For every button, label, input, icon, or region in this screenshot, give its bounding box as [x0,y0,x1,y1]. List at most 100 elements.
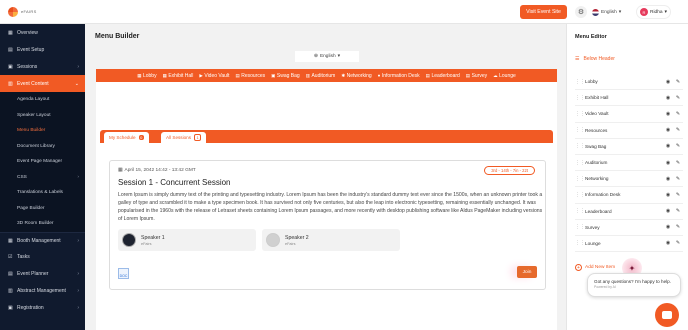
list-item[interactable]: ⋮⋮ Resources ◉ ✎ [575,123,683,139]
chat-launcher-button[interactable] [655,303,679,327]
edit-icon[interactable]: ✎ [673,160,683,166]
list-item[interactable]: ⋮⋮ Auditorium ◉ ✎ [575,155,683,172]
drag-handle-icon[interactable]: ⋮⋮ [575,176,585,182]
menu-item-auditorium[interactable]: ▥ Auditorium [306,73,336,79]
sidebar-subitem-page-builder[interactable]: Page Builder [0,200,85,216]
menu-item-leaderboard[interactable]: ▤ Leaderboard [426,73,460,79]
preview-language-select[interactable]: ⊕ English ▾ [295,51,359,62]
drag-handle-icon[interactable]: ⋮⋮ [575,143,585,149]
drag-handle-icon[interactable]: ⋮⋮ [575,208,585,214]
drag-handle-icon[interactable]: ⋮⋮ [575,192,585,198]
menu-item-lobby[interactable]: ▦ Lobby [137,73,156,79]
preview-canvas: My Schedule 0 All Sessions 1 ▦ April 15,… [96,82,557,330]
sidebar-item-event-setup[interactable]: ▤ Event Setup [0,41,85,58]
sidebar-item-abstract-management[interactable]: ▥ Abstract Management › [0,283,85,300]
edit-icon[interactable]: ✎ [673,127,683,133]
menu-item-video-vault[interactable]: ▶ Video Vault [199,73,229,79]
edit-icon[interactable]: ✎ [673,176,683,182]
sessions-icon: ▣ [8,63,13,70]
tab-all-sessions[interactable]: All Sessions 1 [161,132,207,143]
sidebar-item-label: Booth Management [17,237,61,244]
menu-item-information-desk[interactable]: ● Information Desk [378,73,420,79]
eye-icon[interactable]: ◉ [663,192,673,198]
chat-greeting-bubble[interactable]: Got any questions? I'm happy to help. Po… [587,273,681,297]
eye-icon[interactable]: ◉ [663,95,673,101]
tab-my-schedule[interactable]: My Schedule 0 [104,132,149,143]
menu-item-survey[interactable]: ▤ Survey [466,73,487,79]
sidebar-item-sessions[interactable]: ▣ Sessions › [0,58,85,75]
eye-icon[interactable]: ◉ [663,208,673,214]
sidebar-item-event-planner[interactable]: ▤ Event Planner › [0,266,85,283]
menu-item-lounge[interactable]: ☁ Lounge [493,73,516,79]
list-item[interactable]: ⋮⋮ Leaderboard ◉ ✎ [575,204,683,220]
sidebar-subitem-event-page-manager[interactable]: Event Page Manager [0,154,85,170]
drag-handle-icon[interactable]: ⋮⋮ [575,224,585,230]
list-item[interactable]: ⋮⋮ Lobby ◉ ✎ [575,74,683,91]
edit-icon[interactable]: ✎ [673,240,683,246]
edit-icon[interactable]: ✎ [673,208,683,214]
language-selector[interactable]: English ▾ [592,6,621,18]
sidebar-subitem-3d-room-builder[interactable]: 3D Room Builder [0,216,85,232]
sidebar-subitem-translations[interactable]: Translations & Labels [0,185,85,201]
eye-icon[interactable]: ◉ [663,224,673,230]
sidebar-subitem-agenda-layout[interactable]: Agenda Layout [0,92,85,108]
drag-handle-icon[interactable]: ⋮⋮ [575,160,585,166]
drag-handle-icon[interactable]: ⋮⋮ [575,95,585,101]
menu-item-exhibit-hall[interactable]: ▦ Exhibit Hall [163,73,194,79]
list-item[interactable]: ⋮⋮ Video Vault ◉ ✎ [575,106,683,123]
drag-handle-icon[interactable]: ⋮⋮ [575,111,585,117]
sidebar-subitem-css[interactable]: CSS › [0,169,85,185]
below-header-toggle[interactable]: ☰ Below Header [575,56,615,62]
avatar: R [640,8,648,16]
add-new-item-button[interactable]: + Add New Item [575,264,615,271]
eye-icon[interactable]: ◉ [663,143,673,149]
menu-item-label: Leaderboard [431,72,460,79]
sidebar-subitem-speaker-layout[interactable]: Speaker Layout [0,107,85,123]
eye-icon[interactable]: ◉ [663,111,673,117]
survey-icon: ▤ [465,72,471,78]
menu-item-label: Swag Bag [276,72,300,79]
edit-icon[interactable]: ✎ [673,111,683,117]
document-icon[interactable]: DOC [118,268,129,279]
drag-handle-icon[interactable]: ⋮⋮ [575,240,585,246]
speaker-card[interactable]: Speaker 1 eFairs [118,229,256,251]
eye-icon[interactable]: ◉ [663,240,673,246]
sidebar-subitem-document-library[interactable]: Document Library [0,138,85,154]
drag-handle-icon[interactable]: ⋮⋮ [575,127,585,133]
sidebar-item-booth-management[interactable]: ▦ Booth Management › [0,231,85,249]
menu-item-resources[interactable]: ▤ Resources [235,73,265,79]
video-icon: ▶ [199,72,203,78]
join-button[interactable]: Join [517,266,537,278]
list-item[interactable]: ⋮⋮ Networking ◉ ✎ [575,171,683,188]
list-item[interactable]: ⋮⋮ Survey ◉ ✎ [575,220,683,236]
sidebar-item-event-content[interactable]: ▥ Event Content ⌄ [0,75,85,92]
sidebar-item-tasks[interactable]: ☑ Tasks [0,249,85,266]
list-item[interactable]: ⋮⋮ Lounge ◉ ✎ [575,236,683,253]
add-new-item-label: Add New Item [585,265,616,270]
menu-item-swag-bag[interactable]: ▣ Swag Bag [271,73,300,79]
speaker-card[interactable]: Speaker 2 eFairs [262,229,400,251]
sidebar-subitem-menu-builder[interactable]: Menu Builder [0,123,85,139]
eye-icon[interactable]: ◉ [663,79,673,85]
list-item[interactable]: ⋮⋮ Swag Bag ◉ ✎ [575,139,683,155]
edit-icon[interactable]: ✎ [673,192,683,198]
app-logo[interactable]: eFAIRS [8,6,37,17]
edit-icon[interactable]: ✎ [673,143,683,149]
menu-item-networking[interactable]: ✱ Networking [341,73,371,79]
visit-event-site-button[interactable]: Visit Event Site [520,5,567,19]
drag-handle-icon[interactable]: ⋮⋮ [575,79,585,85]
list-item[interactable]: ⋮⋮ Exhibit Hall ◉ ✎ [575,90,683,107]
list-item[interactable]: ⋮⋮ Information Desk ◉ ✎ [575,187,683,204]
edit-icon[interactable]: ✎ [673,95,683,101]
settings-gear-icon[interactable]: ⚙ [575,6,587,18]
eye-icon[interactable]: ◉ [663,160,673,166]
eye-icon[interactable]: ◉ [663,176,673,182]
user-menu[interactable]: R Ridha ▾ [636,5,671,19]
edit-icon[interactable]: ✎ [673,224,683,230]
content-icon: ▥ [8,80,13,87]
edit-icon[interactable]: ✎ [673,79,683,85]
sidebar-item-overview[interactable]: ▦ Overview [0,24,85,41]
sidebar-item-registration[interactable]: ▣ Registration › [0,300,85,317]
eye-icon[interactable]: ◉ [663,127,673,133]
menu-editor-title: Menu Editor [575,34,607,40]
